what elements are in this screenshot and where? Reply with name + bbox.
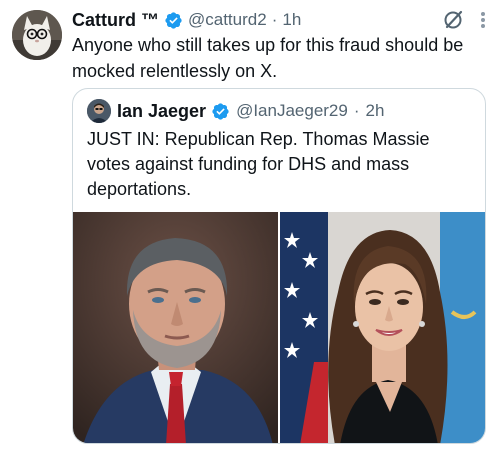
quoted-tweet-text: JUST IN: Republican Rep. Thomas Massie v…	[87, 129, 430, 199]
verified-badge-icon	[211, 102, 230, 121]
quoted-author-name[interactable]: Ian Jaeger	[117, 101, 206, 122]
tweet[interactable]: Catturd ™ @catturd2 · 1h Anyone who stil…	[0, 0, 500, 455]
author-avatar[interactable]	[12, 10, 62, 60]
quoted-author-avatar[interactable]	[87, 99, 111, 123]
author-handle[interactable]: @catturd2	[188, 10, 267, 30]
quoted-tweet-media	[73, 212, 485, 443]
tweet-time[interactable]: 1h	[282, 10, 301, 30]
author-name[interactable]: Catturd ™	[72, 10, 159, 31]
header-actions	[442, 8, 486, 32]
tweet-text: Anyone who still takes up for this fraud…	[72, 35, 464, 81]
quoted-tweet-header: Ian Jaeger @IanJaeger29 · 2h	[87, 99, 384, 123]
separator-dot: ·	[353, 101, 360, 120]
verified-badge-icon	[164, 11, 183, 30]
more-options-icon[interactable]	[480, 10, 486, 30]
grok-icon[interactable]	[442, 8, 466, 32]
tweet-header: Catturd ™ @catturd2 · 1h	[72, 8, 301, 32]
quoted-tweet[interactable]: Ian Jaeger @IanJaeger29 · 2h JUST IN: Re…	[72, 88, 486, 444]
separator-dot: ·	[271, 10, 278, 29]
quoted-author-handle[interactable]: @IanJaeger29	[236, 101, 348, 121]
photo-man-in-suit[interactable]	[73, 212, 278, 443]
quoted-tweet-time[interactable]: 2h	[366, 101, 385, 121]
photo-woman-portrait[interactable]	[280, 212, 485, 443]
